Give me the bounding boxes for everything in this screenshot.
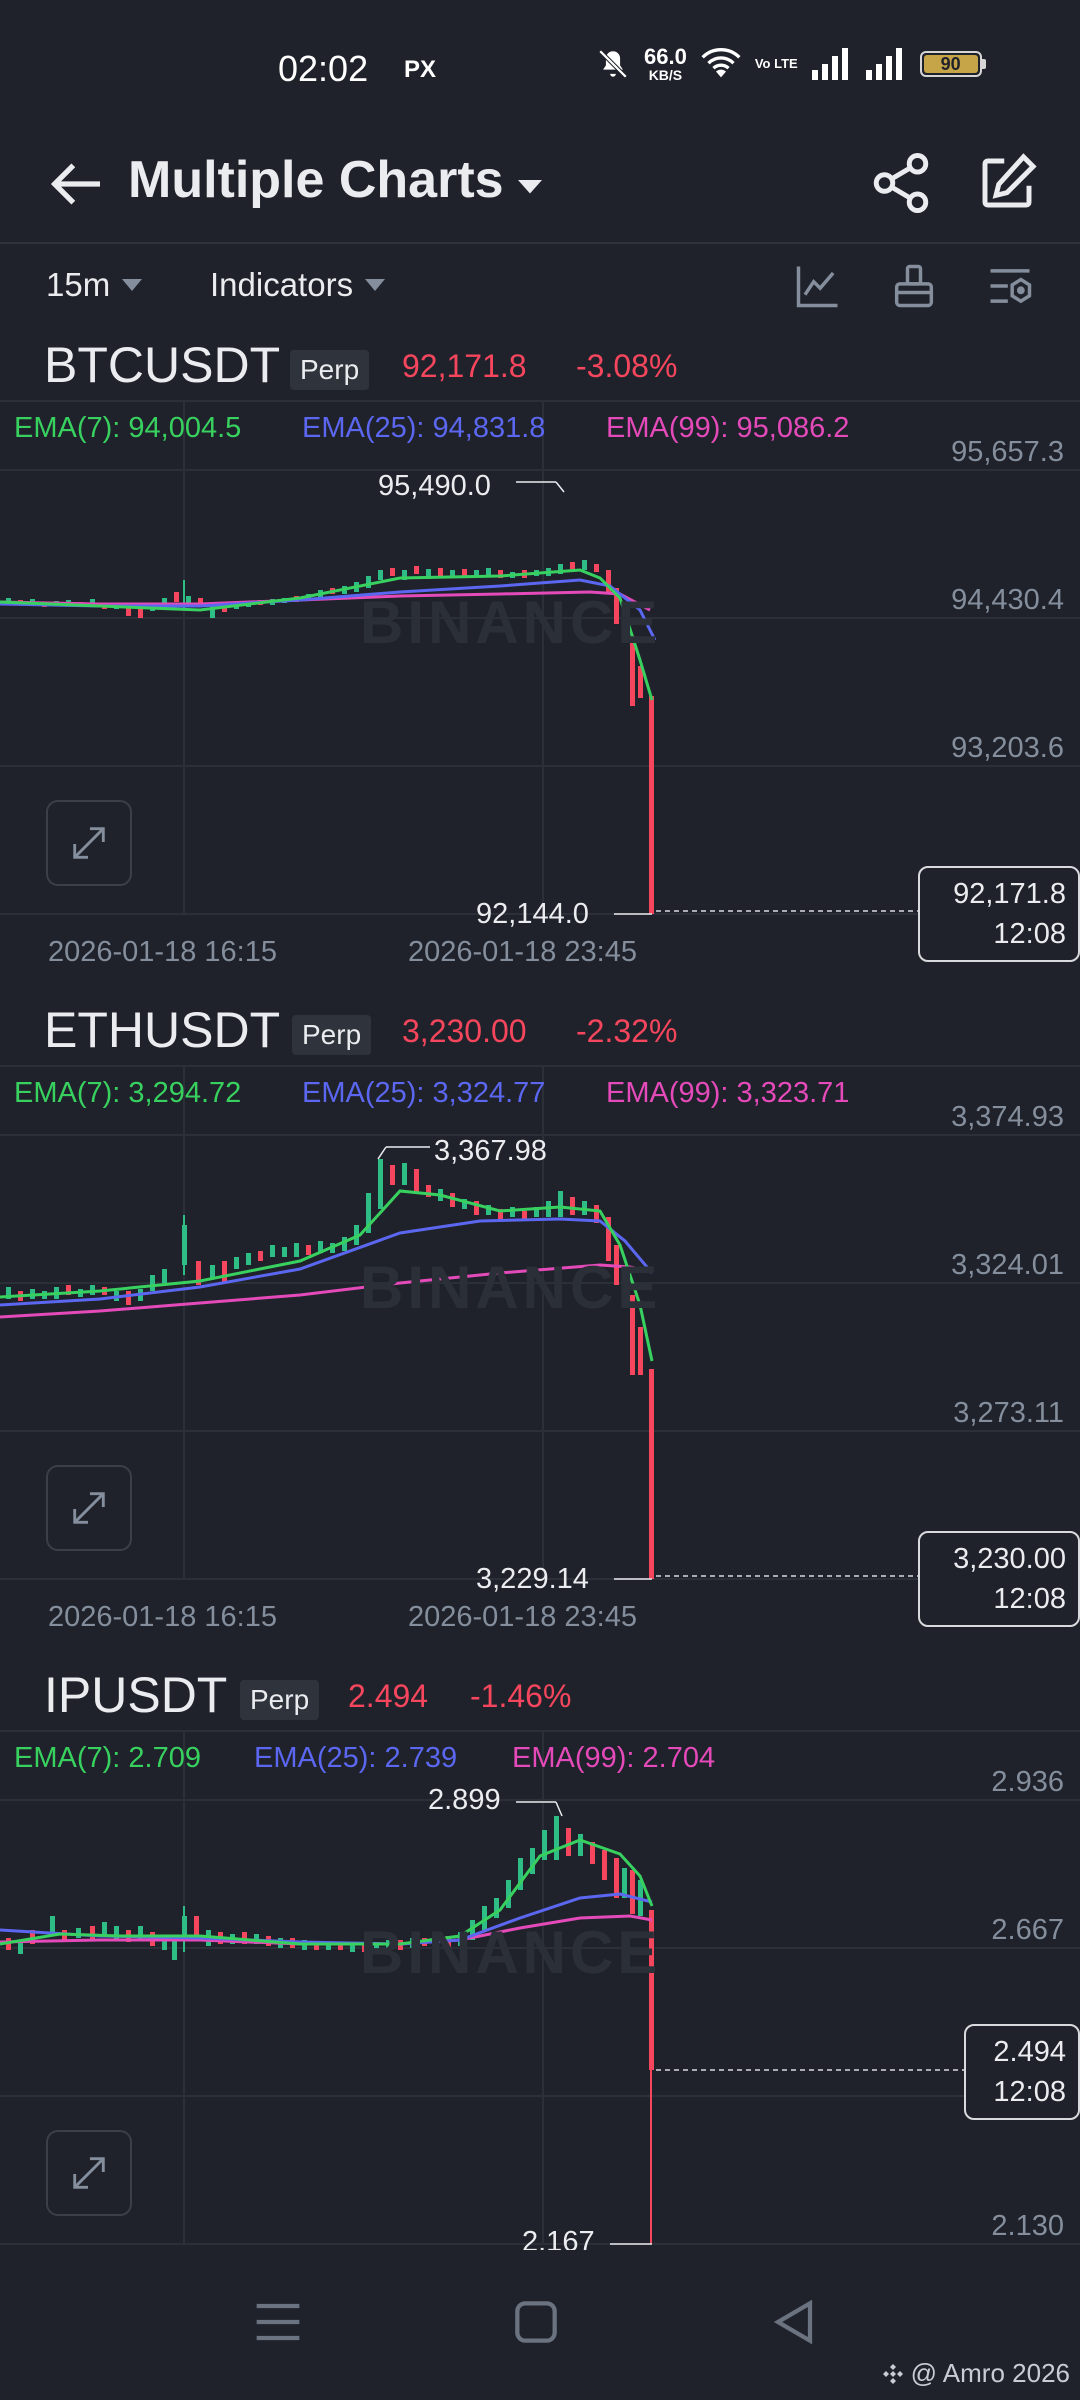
x-tick-label: 2026-01-18 16:15 xyxy=(48,936,277,968)
signal-icon-1 xyxy=(811,48,848,80)
credit-text: @ Amro 2026 xyxy=(910,2358,1070,2388)
low-price-label: 3,229.14 xyxy=(476,1563,589,1595)
home-icon[interactable] xyxy=(504,2290,568,2354)
last-price: 3,230.00 xyxy=(402,1013,527,1049)
chart-header[interactable]: BTCUSDT Perp 92,171.8 -3.08% xyxy=(0,330,1080,400)
indicators-label: Indicators xyxy=(210,266,354,303)
edit-icon[interactable] xyxy=(974,150,1040,216)
ema99-label: EMA(99): 95,086.2 xyxy=(606,412,850,444)
y-tick-label: 2.130 xyxy=(991,2210,1064,2242)
y-tick-label: 3,374.93 xyxy=(951,1101,1064,1133)
battery-level: 90 xyxy=(923,55,978,73)
low-price-label: 92,144.0 xyxy=(476,898,589,930)
ema25-label: EMA(25): 3,324.77 xyxy=(302,1077,546,1109)
last-price: 2.494 xyxy=(348,1678,429,1714)
candlestick-chart[interactable] xyxy=(0,1730,1080,2250)
net-speed: 66.0 KB/S xyxy=(644,44,687,83)
x-tick-label: 2026-01-18 23:45 xyxy=(408,936,637,968)
chart-toolbar: 15m Indicators xyxy=(0,252,1080,322)
interval-label: 15m xyxy=(46,266,111,303)
settings-icon[interactable] xyxy=(984,260,1036,312)
back-arrow-icon[interactable] xyxy=(44,152,108,216)
signal-icon-2 xyxy=(865,48,902,80)
wifi-icon xyxy=(701,48,741,78)
last-price: 92,171.8 xyxy=(402,348,527,384)
line-chart-icon[interactable] xyxy=(792,260,844,312)
watermark: BINANCE xyxy=(360,1919,662,1986)
interval-selector[interactable]: 15m xyxy=(46,266,143,304)
y-tick-label: 95,657.3 xyxy=(951,436,1064,468)
watermark: BINANCE xyxy=(360,589,662,656)
high-price-label: 3,367.98 xyxy=(434,1135,547,1167)
page-title[interactable]: Multiple Charts xyxy=(128,150,504,210)
price-change: -1.46% xyxy=(470,1678,572,1714)
perp-badge: Perp xyxy=(290,350,370,390)
y-tick-label: 2.667 xyxy=(991,1914,1064,1946)
high-price-label: 95,490.0 xyxy=(378,470,491,502)
low-price-label: 2.167 xyxy=(522,2226,595,2250)
share-icon[interactable] xyxy=(868,150,934,216)
price-change: -2.32% xyxy=(576,1013,678,1049)
back-triangle-icon[interactable] xyxy=(762,2290,826,2354)
menu-icon[interactable] xyxy=(246,2290,310,2354)
current-price-value: 2.494 xyxy=(993,2036,1066,2068)
current-price-box[interactable]: 3,230.00 12:08 xyxy=(918,1531,1080,1627)
chart-header[interactable]: ETHUSDT Perp 3,230.00 -2.32% xyxy=(0,995,1080,1065)
current-price-value: 92,171.8 xyxy=(953,878,1066,910)
ema25-label: EMA(25): 2.739 xyxy=(254,1742,458,1774)
battery-icon: 90 xyxy=(919,51,986,77)
brush-icon[interactable] xyxy=(888,260,940,312)
status-icons: 66.0 KB/S Vo LTE 90 xyxy=(596,46,986,82)
net-speed-unit: KB/S xyxy=(648,67,683,83)
x-tick-label: 2026-01-18 23:45 xyxy=(408,1601,637,1633)
perp-badge: Perp xyxy=(240,1680,320,1720)
watermark: BINANCE xyxy=(360,1254,662,1321)
y-tick-label: 3,324.01 xyxy=(951,1249,1064,1281)
binance-logo-icon xyxy=(882,2363,903,2384)
symbol-name[interactable]: BTCUSDT xyxy=(44,336,280,394)
chart-header[interactable]: IPUSDT Perp 2.494 -1.46% xyxy=(0,1660,1080,1730)
expand-icon[interactable] xyxy=(46,800,132,886)
chevron-down-icon xyxy=(122,279,143,291)
carrier-icon: PX xyxy=(404,56,437,83)
ema99-label: EMA(99): 3,323.71 xyxy=(606,1077,850,1109)
chevron-down-icon xyxy=(365,279,386,291)
y-tick-label: 93,203.6 xyxy=(951,732,1064,764)
ema25-label: EMA(25): 94,831.8 xyxy=(302,412,546,444)
expand-icon[interactable] xyxy=(46,2130,132,2216)
credit-watermark: @ Amro 2026 xyxy=(881,2358,1070,2389)
high-price-label: 2.899 xyxy=(428,1784,501,1816)
y-tick-label: 3,273.11 xyxy=(953,1397,1064,1429)
ema7-label: EMA(7): 2.709 xyxy=(14,1742,201,1774)
mute-icon xyxy=(598,49,628,79)
volte-label: Vo LTE xyxy=(754,56,798,72)
symbol-name[interactable]: ETHUSDT xyxy=(44,1001,280,1059)
ema7-label: EMA(7): 94,004.5 xyxy=(14,412,242,444)
y-tick-label: 94,430.4 xyxy=(951,584,1064,616)
status-time: 02:02 xyxy=(278,48,369,89)
perp-badge: Perp xyxy=(292,1015,372,1055)
status-bar: 02:02 PX 66.0 KB/S Vo LTE 90 xyxy=(0,0,1080,140)
ema7-label: EMA(7): 3,294.72 xyxy=(14,1077,242,1109)
header-divider xyxy=(0,242,1080,244)
current-price-value: 3,230.00 xyxy=(953,1543,1066,1575)
chart-panel-btcusdt: BTCUSDT Perp 92,171.8 -3.08% EMA(7): 94,… xyxy=(0,330,1080,994)
current-price-box[interactable]: 92,171.8 12:08 xyxy=(918,866,1080,962)
candle-countdown: 12:08 xyxy=(993,2076,1066,2108)
app-header: Multiple Charts xyxy=(0,140,1080,240)
net-speed-value: 66.0 xyxy=(644,44,687,69)
chevron-down-icon[interactable] xyxy=(512,168,548,204)
candle-countdown: 12:08 xyxy=(993,1583,1066,1615)
indicators-selector[interactable]: Indicators xyxy=(210,266,386,304)
candle-countdown: 12:08 xyxy=(993,918,1066,950)
ema99-label: EMA(99): 2.704 xyxy=(512,1742,716,1774)
chart-panel-ethusdt: ETHUSDT Perp 3,230.00 -2.32% EMA(7): 3,2… xyxy=(0,995,1080,1659)
symbol-name[interactable]: IPUSDT xyxy=(44,1666,227,1724)
y-tick-label: 2.936 xyxy=(991,1766,1064,1798)
price-change: -3.08% xyxy=(576,348,678,384)
expand-icon[interactable] xyxy=(46,1465,132,1551)
x-tick-label: 2026-01-18 16:15 xyxy=(48,1601,277,1633)
current-price-box[interactable]: 2.494 12:08 xyxy=(964,2024,1080,2120)
chart-panel-ipusdt: IPUSDT Perp 2.494 -1.46% EMA(7): 2.709 E… xyxy=(0,1660,1080,2250)
